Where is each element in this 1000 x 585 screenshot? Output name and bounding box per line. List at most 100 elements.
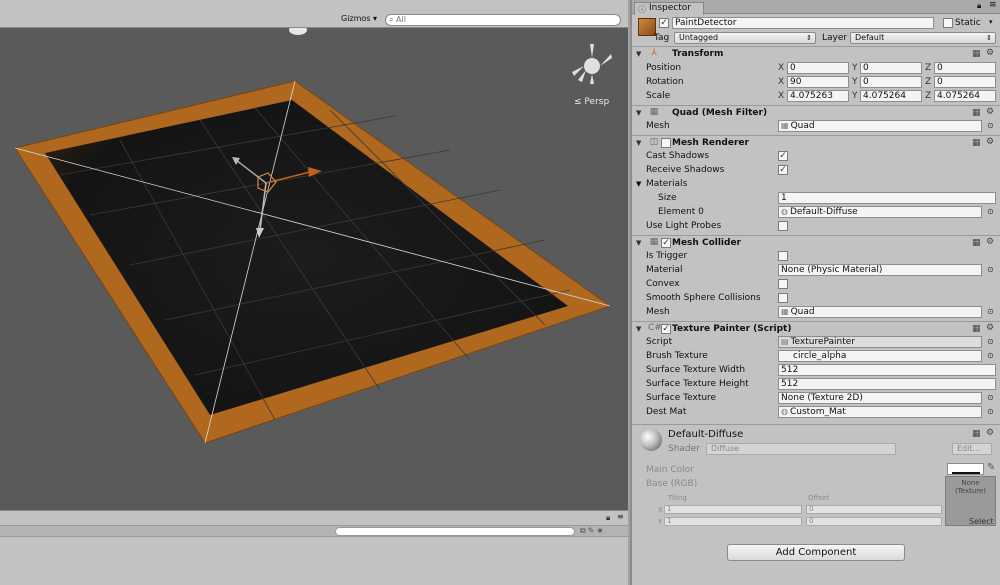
material-header[interactable]: Default-Diffuse Shader Diffuse Edit... ▦… (632, 424, 1000, 460)
brush-texture-field[interactable]: circle_alpha (778, 350, 982, 362)
mesh-collider-header[interactable]: ▼ ▦ ✓ Mesh Collider ▦ ⚙ (632, 235, 1000, 250)
mesh-field[interactable]: ▦ Quad (778, 120, 982, 132)
position-z-field[interactable]: 0 (934, 62, 996, 74)
fold-arrow-icon[interactable]: ▼ (636, 239, 641, 247)
reference-icon[interactable]: ▦ (972, 324, 981, 334)
layer-dropdown[interactable]: Default ⇕ (850, 32, 996, 44)
gear-icon[interactable]: ⚙ (986, 323, 994, 333)
scene-view[interactable]: Gizmos ▾ ⌕ All ≤ Persp (0, 0, 628, 510)
receive-shadows-checkbox[interactable]: ✓ (778, 165, 788, 175)
object-picker-icon[interactable]: ⊙ (987, 307, 994, 316)
gear-icon[interactable]: ⚙ (986, 428, 994, 438)
scale-y-field[interactable]: 4.075264 (860, 90, 922, 102)
fold-arrow-icon[interactable]: ▼ (636, 325, 641, 333)
reference-icon[interactable]: ▦ (972, 238, 981, 248)
offset-label: Offset (808, 494, 830, 502)
lock-icon[interactable]: 🔒︎ (977, 1, 981, 11)
panel-menu-icon[interactable]: ≡ (617, 512, 624, 521)
active-checkbox[interactable]: ✓ (659, 18, 669, 28)
reference-icon[interactable]: ▦ (972, 138, 981, 148)
scale-x-field[interactable]: 4.075263 (787, 90, 849, 102)
element0-field[interactable]: ◍ Default-Diffuse (778, 206, 982, 218)
eyedropper-icon[interactable]: ✎ (987, 462, 995, 473)
mesh-renderer-enable-checkbox[interactable] (661, 138, 671, 148)
tiling-x-field[interactable]: 1 (664, 505, 802, 514)
fold-arrow-icon[interactable]: ▼ (636, 139, 641, 147)
panel-menu-icon[interactable]: ≡ (989, 0, 997, 10)
surface-height-field[interactable]: 512 (778, 378, 996, 390)
gizmos-label: Gizmos (341, 14, 371, 23)
materials-size-field[interactable]: 1 (778, 192, 996, 204)
position-y-field[interactable]: 0 (860, 62, 922, 74)
fold-arrow-icon[interactable]: ▼ (636, 50, 641, 58)
add-component-button[interactable]: Add Component (727, 544, 905, 561)
is-trigger-checkbox[interactable] (778, 251, 788, 261)
texture-select-button[interactable]: Select (969, 517, 994, 526)
offset-y-field[interactable]: 0 (806, 517, 942, 526)
script-icon: C# (648, 323, 662, 333)
light-probes-checkbox[interactable] (778, 221, 788, 231)
surface-texture-field[interactable]: None (Texture 2D) (778, 392, 982, 404)
collider-material-field[interactable]: None (Physic Material) (778, 264, 982, 276)
script-field[interactable]: ▤ TexturePainter (778, 336, 982, 348)
project-search-input[interactable] (335, 527, 575, 536)
mesh-collider-enable-checkbox[interactable]: ✓ (661, 238, 671, 248)
texture-painter-enable-checkbox[interactable]: ✓ (661, 324, 671, 334)
gear-icon[interactable]: ⚙ (986, 107, 994, 117)
rotation-y-field[interactable]: 0 (860, 76, 922, 88)
info-icon: ⓘ (638, 5, 646, 14)
scale-z-field[interactable]: 4.075264 (934, 90, 996, 102)
orientation-gizmo[interactable] (572, 44, 612, 84)
edit-shader-button[interactable]: Edit... (952, 443, 992, 455)
mesh-filter-icon: ▦ (649, 107, 659, 117)
smooth-collisions-checkbox[interactable] (778, 293, 788, 303)
persp-label[interactable]: ≤ Persp (574, 97, 609, 107)
mesh-filter-header[interactable]: ▼ ▦ Quad (Mesh Filter) ▦ ⚙ (632, 105, 1000, 120)
gear-icon[interactable]: ⚙ (986, 48, 994, 58)
collider-mesh-field[interactable]: ▦ Quad (778, 306, 982, 318)
chevron-down-icon: ⇕ (806, 34, 812, 42)
object-picker-icon[interactable]: ⊙ (987, 351, 994, 360)
reference-icon[interactable]: ▦ (972, 49, 981, 59)
tag-dropdown[interactable]: Untagged ⇕ (674, 32, 816, 44)
rotation-z-field[interactable]: 0 (934, 76, 996, 88)
tab-inspector[interactable]: ⓘ Inspector (634, 2, 704, 15)
object-picker-icon[interactable]: ⊙ (987, 121, 994, 130)
is-trigger-label: Is Trigger (646, 251, 688, 261)
gizmos-dropdown[interactable]: Gizmos ▾ (341, 14, 377, 23)
rotation-x-field[interactable]: 90 (787, 76, 849, 88)
texture-painter-header[interactable]: ▼ C# ✓ Texture Painter (Script) ▦ ⚙ (632, 321, 1000, 336)
scene-viewport[interactable] (0, 28, 628, 510)
filter-icons[interactable]: ⧉✎★ (580, 526, 606, 536)
surface-width-field[interactable]: 512 (778, 364, 996, 376)
gear-icon[interactable]: ⚙ (986, 137, 994, 147)
object-picker-icon[interactable]: ⊙ (987, 337, 994, 346)
object-name-field[interactable]: PaintDetector (672, 17, 934, 29)
reference-icon[interactable]: ▦ (972, 429, 981, 439)
tiling-y-field[interactable]: 1 (664, 517, 802, 526)
materials-fold-icon[interactable]: ▼ (636, 180, 641, 188)
main-color-field[interactable] (947, 463, 984, 475)
object-picker-icon[interactable]: ⊙ (987, 207, 994, 216)
shader-dropdown[interactable]: Diffuse (706, 443, 896, 455)
object-picker-icon[interactable]: ⊙ (987, 407, 994, 416)
position-x-field[interactable]: 0 (787, 62, 849, 74)
scene-search-input[interactable]: ⌕ All (385, 14, 621, 26)
fold-arrow-icon[interactable]: ▼ (636, 109, 641, 117)
static-checkbox[interactable] (943, 18, 953, 28)
offset-x-field[interactable]: 0 (806, 505, 942, 514)
object-picker-icon[interactable]: ⊙ (987, 265, 994, 274)
transform-header[interactable]: ▼ ⅄ Transform ▦ ⚙ (632, 46, 1000, 61)
tiling-x-axis: X (658, 506, 663, 514)
light-icon[interactable] (289, 28, 307, 35)
reference-icon[interactable]: ▦ (972, 108, 981, 118)
cast-shadows-checkbox[interactable]: ✓ (778, 151, 788, 161)
object-picker-icon[interactable]: ⊙ (987, 393, 994, 402)
mesh-renderer-header[interactable]: ▼ ◫ Mesh Renderer ▦ ⚙ (632, 135, 1000, 150)
gear-icon[interactable]: ⚙ (986, 237, 994, 247)
main-color-label: Main Color (646, 465, 694, 475)
static-dropdown-icon[interactable]: ▾ (989, 18, 993, 26)
dest-mat-field[interactable]: ◍ Custom_Mat (778, 406, 982, 418)
lock-icon[interactable]: 🔒︎ (606, 513, 610, 523)
convex-checkbox[interactable] (778, 279, 788, 289)
